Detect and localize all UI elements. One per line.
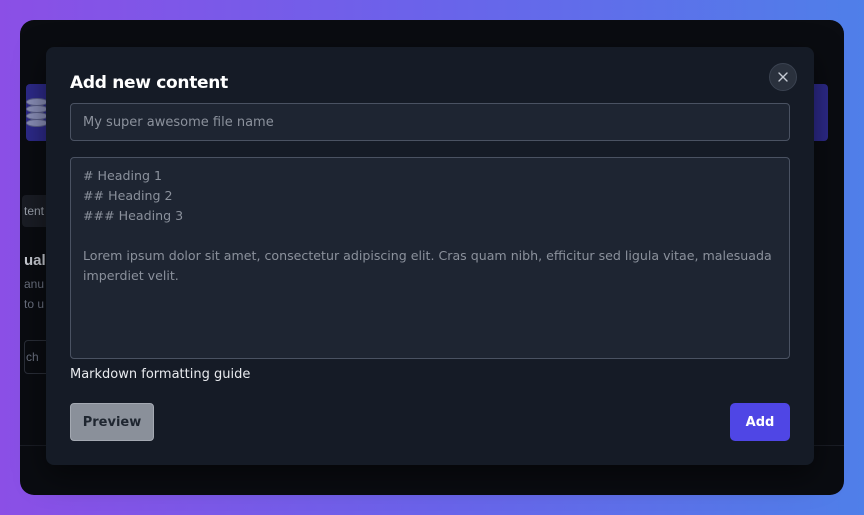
background-heading: ual — [24, 252, 46, 269]
database-icon — [26, 98, 48, 128]
markdown-guide-link[interactable]: Markdown formatting guide — [70, 367, 250, 382]
background-text-line: to u — [24, 297, 45, 311]
close-button[interactable] — [769, 63, 797, 91]
preview-button[interactable]: Preview — [70, 403, 154, 441]
add-button[interactable]: Add — [730, 403, 790, 441]
background-input-text: ch — [26, 350, 39, 364]
background-tab-label: tent — [24, 204, 45, 218]
content-textarea[interactable] — [70, 157, 790, 359]
add-content-modal: Add new content Markdown formatting guid… — [46, 47, 814, 465]
modal-title: Add new content — [70, 73, 228, 93]
background-text-line: anu — [24, 277, 45, 291]
file-name-input[interactable] — [70, 103, 790, 141]
close-icon — [778, 72, 788, 82]
